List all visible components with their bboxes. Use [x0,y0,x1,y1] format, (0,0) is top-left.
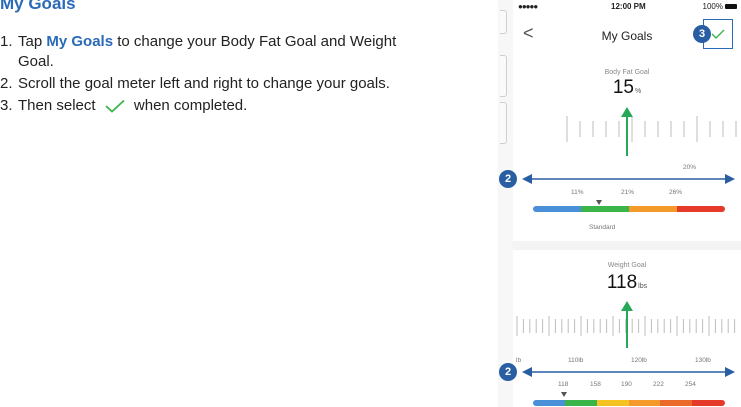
meter-ticks [566,116,737,142]
step-badge: 2 [499,363,517,381]
range-segment [629,206,677,212]
range-segment [581,206,629,212]
current-position-marker [596,200,602,205]
current-position-marker [561,392,567,397]
battery-indicator: 100% [703,2,737,11]
phone-side-button [500,102,507,144]
goal-indicator-arrow [621,301,633,311]
body-fat-goal-meter[interactable] [513,104,741,160]
status-time: 12:00 PM [611,2,646,11]
step-number: 2. [0,75,13,92]
instruction-list: 1. Tap My Goals to change your Body Fat … [0,32,420,116]
step-text: when completed. [133,97,248,114]
status-bar: ●●●●● 12:00 PM 100% [513,0,741,14]
instruction-step-2: 2. Scroll the goal meter left and right … [0,74,420,94]
range-label: 222 [653,381,664,388]
step-badge: 2 [499,170,517,188]
meter-ticks [516,316,736,336]
range-segment [628,400,661,406]
step-number: 3. [0,97,13,114]
step-emphasis: My Goals [46,33,114,50]
step-text: Tap [18,33,47,50]
body-fat-range-bar [533,206,725,212]
weight-goal-value: 118lbs [513,272,741,294]
range-segment [564,400,597,406]
scroll-hint-arrow [522,367,735,377]
body-fat-goal-value: 15% [513,77,741,99]
phone-side-button [500,10,507,34]
battery-icon [725,4,737,10]
range-segment [596,400,629,406]
step-text: Scroll the goal meter left and right to … [18,75,390,92]
signal-indicator: ●●●●● [518,2,538,11]
range-label: 190 [621,381,632,388]
range-label: 21% [621,189,635,196]
weight-goal-meter[interactable] [513,298,741,350]
step-badge: 3 [693,25,711,43]
battery-level: 100% [702,2,723,11]
goal-unit: lbs [638,283,648,290]
checkmark-icon [105,99,125,113]
goal-number: 15 [612,77,634,98]
weight-goal-label: Weight Goal [607,262,647,269]
weight-goal-card: Weight Goal 118lbs lb 110lb 120lb 130lb … [513,250,741,407]
range-segment [533,400,565,406]
phone-screen: ●●●●● 12:00 PM 100% < My Goals Body Fat … [513,0,741,407]
goal-indicator-arrow [621,107,633,117]
range-segment [533,206,581,212]
goal-unit: % [634,88,642,95]
weight-range-bar [533,400,725,406]
range-segment [677,206,725,212]
range-label: 254 [685,381,696,388]
phone-side-button [500,55,507,97]
instruction-step-1: 1. Tap My Goals to change your Body Fat … [0,32,420,72]
range-label: 26% [669,189,683,196]
body-fat-goal-label: Body Fat Goal [604,69,650,76]
range-label: 118 [558,381,569,388]
instruction-step-3: 3. Then select when completed. [0,96,420,116]
goal-number: 118 [606,272,638,293]
section-heading: My Goals [0,0,76,13]
step-text: Then select [18,97,96,114]
checkmark-icon [711,29,725,39]
range-segment [660,400,693,406]
range-segment [692,400,725,406]
step-number: 1. [0,33,13,50]
body-fat-goal-card: Body Fat Goal 15% 20% 11% 21% 26% Standa… [513,56,741,241]
scroll-hint-arrow [522,174,735,184]
body-fat-category: Standard [589,224,616,231]
range-label: 11% [571,189,584,196]
range-label: 158 [590,381,601,388]
